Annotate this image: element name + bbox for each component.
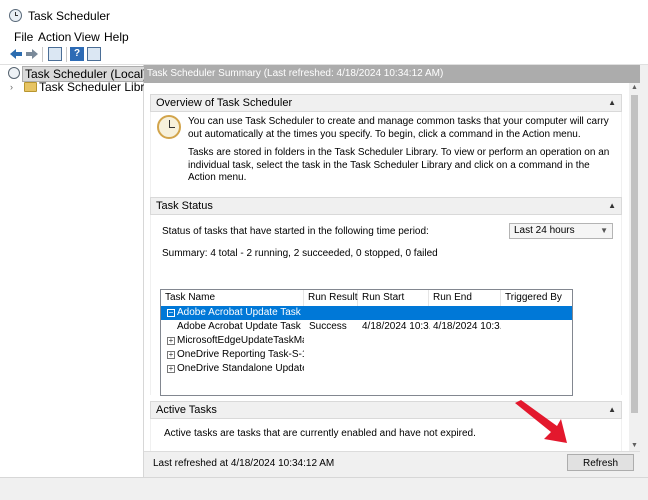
console-tree: Task Scheduler (Local) › Task Scheduler …: [0, 65, 161, 477]
expand-expander-icon[interactable]: +: [167, 351, 175, 359]
table-row[interactable]: + MicrosoftEdgeUpdateTaskMach...: [161, 334, 572, 348]
toolbar-separator: [42, 47, 43, 62]
last-refreshed-label: Last refreshed at 4/18/2024 10:34:12 AM: [153, 458, 335, 469]
tree-item-library[interactable]: › Task Scheduler Library: [10, 80, 161, 94]
status-bar: [0, 477, 648, 500]
menu-action[interactable]: Action: [38, 30, 71, 44]
run-end: 4/18/2024 10:3...: [433, 321, 501, 332]
collapse-icon[interactable]: ▲: [608, 95, 616, 111]
table-row[interactable]: Adobe Acrobat Update Task Success 4/18/2…: [161, 320, 572, 334]
tree-item-label: Task Scheduler Library: [39, 80, 162, 94]
dropdown-value: Last 24 hours: [514, 225, 575, 236]
column-header[interactable]: Task Name: [161, 290, 304, 306]
clock-icon: [8, 67, 20, 79]
status-summary: Summary: 4 total - 2 running, 2 succeede…: [162, 248, 438, 259]
back-arrow-icon[interactable]: [10, 48, 22, 60]
collapse-expander-icon[interactable]: −: [167, 309, 175, 317]
column-header[interactable]: Run End: [429, 290, 501, 306]
column-header[interactable]: Run Start: [358, 290, 429, 306]
forward-arrow-icon[interactable]: [26, 48, 38, 60]
active-tasks-description: Active tasks are tasks that are currentl…: [164, 428, 476, 439]
scroll-up-icon[interactable]: ▲: [629, 83, 640, 93]
expand-expander-icon[interactable]: +: [167, 337, 175, 345]
overview-body: You can use Task Scheduler to create and…: [151, 112, 621, 207]
section-title: Active Tasks: [156, 404, 217, 416]
overview-section: Overview of Task Scheduler ▲ You can use…: [150, 94, 622, 207]
scrollbar-thumb[interactable]: [631, 95, 638, 413]
help-icon[interactable]: ?: [70, 47, 84, 61]
task-name: Adobe Acrobat Update Task: [177, 321, 301, 332]
folder-icon: [24, 82, 37, 92]
summary-content: Overview of Task Scheduler ▲ You can use…: [144, 83, 629, 451]
time-period-dropdown[interactable]: Last 24 hours ▼: [509, 223, 613, 239]
overview-header[interactable]: Overview of Task Scheduler ▲: [150, 94, 622, 112]
clock-icon: [157, 115, 181, 139]
overview-paragraph: You can use Task Scheduler to create and…: [188, 116, 609, 140]
summary-footer: Last refreshed at 4/18/2024 10:34:12 AM …: [144, 451, 640, 477]
column-header[interactable]: Run Result: [304, 290, 358, 306]
menu-file[interactable]: File: [14, 30, 33, 44]
refresh-button[interactable]: Refresh: [567, 454, 634, 471]
toolbar: ?: [0, 44, 648, 65]
menu-bar: File Action View Help: [0, 30, 648, 44]
task-name: OneDrive Standalone Update Ta...: [177, 363, 304, 374]
vertical-scrollbar[interactable]: ▲ ▼: [629, 83, 640, 451]
window-title: Task Scheduler: [28, 9, 111, 23]
task-scheduler-window: Task Scheduler File Action View Help ? T…: [0, 0, 648, 500]
collapse-icon[interactable]: ▲: [608, 402, 616, 418]
table-row[interactable]: + OneDrive Standalone Update Ta...: [161, 362, 572, 376]
scroll-down-icon[interactable]: ▼: [629, 441, 640, 451]
menu-help[interactable]: Help: [104, 30, 129, 44]
summary-header: Task Scheduler Summary (Last refreshed: …: [144, 65, 640, 83]
run-result: Success: [309, 321, 347, 332]
chevron-right-icon[interactable]: ›: [10, 80, 13, 94]
clock-icon: [9, 9, 22, 22]
section-title: Overview of Task Scheduler: [156, 97, 293, 109]
table-row[interactable]: + OneDrive Reporting Task-S-1-5-...: [161, 348, 572, 362]
task-status-section: Task Status ▲ Status of tasks that have …: [150, 197, 622, 396]
run-start: 4/18/2024 10:3...: [362, 321, 430, 332]
annotation-arrow-icon: [515, 400, 567, 443]
task-name: OneDrive Reporting Task-S-1-5-...: [177, 349, 304, 360]
period-label: Status of tasks that have started in the…: [162, 226, 429, 237]
title-bar[interactable]: Task Scheduler: [0, 0, 648, 30]
collapse-icon[interactable]: ▲: [608, 198, 616, 214]
task-name: Adobe Acrobat Update Task (las...: [177, 307, 304, 318]
section-title: Task Status: [156, 200, 213, 212]
column-header[interactable]: Triggered By: [501, 290, 572, 306]
task-name: MicrosoftEdgeUpdateTaskMach...: [177, 335, 304, 346]
task-status-grid: Task Name Run Result Run Start Run End T…: [160, 289, 573, 396]
overview-paragraph: Tasks are stored in folders in the Task …: [188, 147, 610, 183]
menu-view[interactable]: View: [74, 30, 100, 44]
expand-expander-icon[interactable]: +: [167, 365, 175, 373]
toolbar-separator: [66, 47, 67, 62]
chevron-down-icon: ▼: [600, 226, 608, 235]
grid-header: Task Name Run Result Run Start Run End T…: [161, 290, 572, 306]
table-row[interactable]: − Adobe Acrobat Update Task (las...: [161, 306, 572, 320]
action-pane-icon[interactable]: [87, 47, 101, 61]
console-tree-icon[interactable]: [48, 47, 62, 61]
task-status-header[interactable]: Task Status ▲: [150, 197, 622, 215]
task-status-body: Status of tasks that have started in the…: [151, 215, 621, 396]
